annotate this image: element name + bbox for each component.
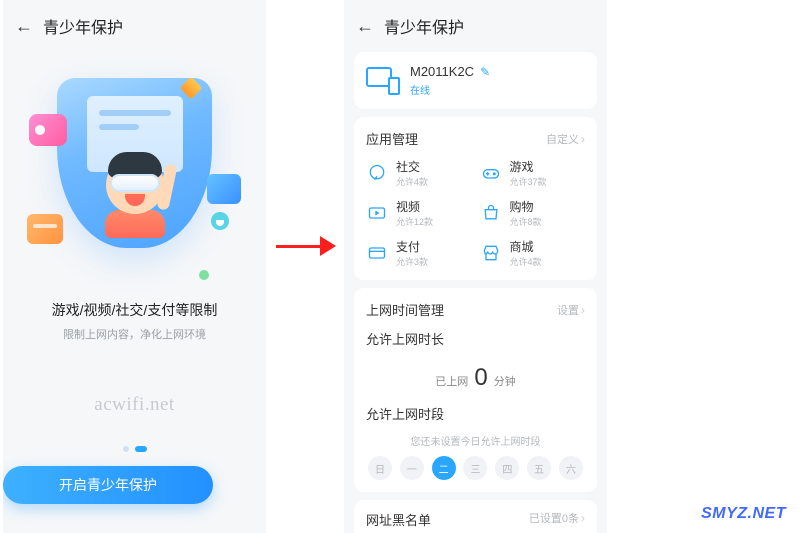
time-manage-settings-button[interactable]: 设置 › (557, 302, 585, 318)
day-pill[interactable]: 四 (495, 456, 519, 480)
app-sub: 允许4款 (510, 255, 542, 268)
app-label: 支付 (396, 238, 428, 255)
app-sub: 允许12款 (396, 215, 433, 228)
dot-icon (199, 270, 209, 280)
watermark-acwifi: acwifi.net (3, 394, 266, 416)
app-label: 游戏 (510, 158, 547, 175)
chevron-right-icon: › (581, 132, 585, 146)
day-selector: 日一二三四五六 (366, 456, 585, 480)
app-sub: 允许4款 (396, 175, 428, 188)
header: ← 青少年保护 (344, 0, 607, 48)
online-duration: 已上网 0 分钟 (366, 358, 585, 398)
device-status: 在线 (410, 82, 490, 97)
chevron-right-icon: › (581, 303, 585, 317)
app-sub: 允许3款 (396, 255, 428, 268)
day-pill[interactable]: 二 (432, 456, 456, 480)
watermark-smyz: SMYZ.NET (701, 505, 786, 523)
day-pill[interactable]: 三 (463, 456, 487, 480)
pay-icon (366, 242, 388, 264)
app-manage-card: 应用管理 自定义 › 社交允许4款游戏允许37款视频允许12款购物允许8款支付允… (354, 117, 597, 280)
chevron-right-icon: › (581, 511, 585, 525)
page-indicator (3, 446, 266, 452)
wallet-icon (27, 214, 63, 244)
chat-icon (366, 162, 388, 184)
device-name: M2011K2C (410, 64, 474, 79)
app-item-video[interactable]: 视频允许12款 (366, 198, 472, 228)
day-pill[interactable]: 日 (368, 456, 392, 480)
blacklist-action[interactable]: 已设置0条 › (529, 510, 585, 526)
app-label: 购物 (510, 198, 542, 215)
app-manage-title: 应用管理 (366, 129, 418, 148)
day-pill[interactable]: 五 (527, 456, 551, 480)
page-dot-active[interactable] (135, 446, 147, 452)
page-title: 青少年保护 (43, 14, 123, 38)
chat-icon (207, 174, 241, 204)
time-manage-card: 上网时间管理 设置 › 允许上网时长 已上网 0 分钟 允许上网时段 您还未设置… (354, 288, 597, 492)
header: ← 青少年保护 (3, 0, 266, 48)
app-manage-custom-button[interactable]: 自定义 › (546, 131, 585, 147)
app-item-shop[interactable]: 购物允许8款 (480, 198, 586, 228)
onboarding-screen: ← 青少年保护 (3, 0, 266, 533)
app-label: 社交 (396, 158, 428, 175)
back-icon[interactable]: ← (356, 16, 374, 37)
onboard-headline: 游戏/视频/社交/支付等限制 (3, 300, 266, 320)
duration-title: 允许上网时长 (366, 329, 585, 348)
app-label: 商城 (510, 238, 542, 255)
blacklist-title: 网址黑名单 (366, 510, 438, 529)
day-pill[interactable]: 六 (559, 456, 583, 480)
video-icon (366, 202, 388, 224)
camera-icon (29, 114, 67, 146)
onboard-subtitle: 限制上网内容，净化上网环境 (3, 326, 266, 342)
app-item-game[interactable]: 游戏允许37款 (480, 158, 586, 188)
app-item-chat[interactable]: 社交允许4款 (366, 158, 472, 188)
period-title: 允许上网时段 (366, 404, 585, 423)
blacklist-card[interactable]: 网址黑名单 不允许访问的网站 已设置0条 › (354, 500, 597, 533)
app-item-store[interactable]: 商城允许4款 (480, 238, 586, 268)
transition-arrow-icon (276, 236, 336, 256)
enable-protection-button[interactable]: 开启青少年保护 (3, 466, 213, 504)
shop-icon (480, 202, 502, 224)
back-icon[interactable]: ← (15, 16, 33, 37)
time-manage-title: 上网时间管理 (366, 300, 444, 319)
emoji-icon (211, 212, 229, 230)
app-sub: 允许8款 (510, 215, 542, 228)
device-card[interactable]: M2011K2C ✎ 在线 (354, 52, 597, 109)
page-title: 青少年保护 (384, 14, 464, 38)
hero-illustration (35, 78, 235, 278)
settings-screen: ← 青少年保护 M2011K2C ✎ 在线 应用管理 自定义 › (344, 0, 607, 533)
app-item-pay[interactable]: 支付允许3款 (366, 238, 472, 268)
game-icon (480, 162, 502, 184)
page-dot[interactable] (123, 446, 129, 452)
app-sub: 允许37款 (510, 175, 547, 188)
edit-icon[interactable]: ✎ (480, 65, 490, 79)
store-icon (480, 242, 502, 264)
period-hint: 您还未设置今日允许上网时段 (366, 433, 585, 448)
app-label: 视频 (396, 198, 433, 215)
device-icon (366, 67, 400, 95)
day-pill[interactable]: 一 (400, 456, 424, 480)
